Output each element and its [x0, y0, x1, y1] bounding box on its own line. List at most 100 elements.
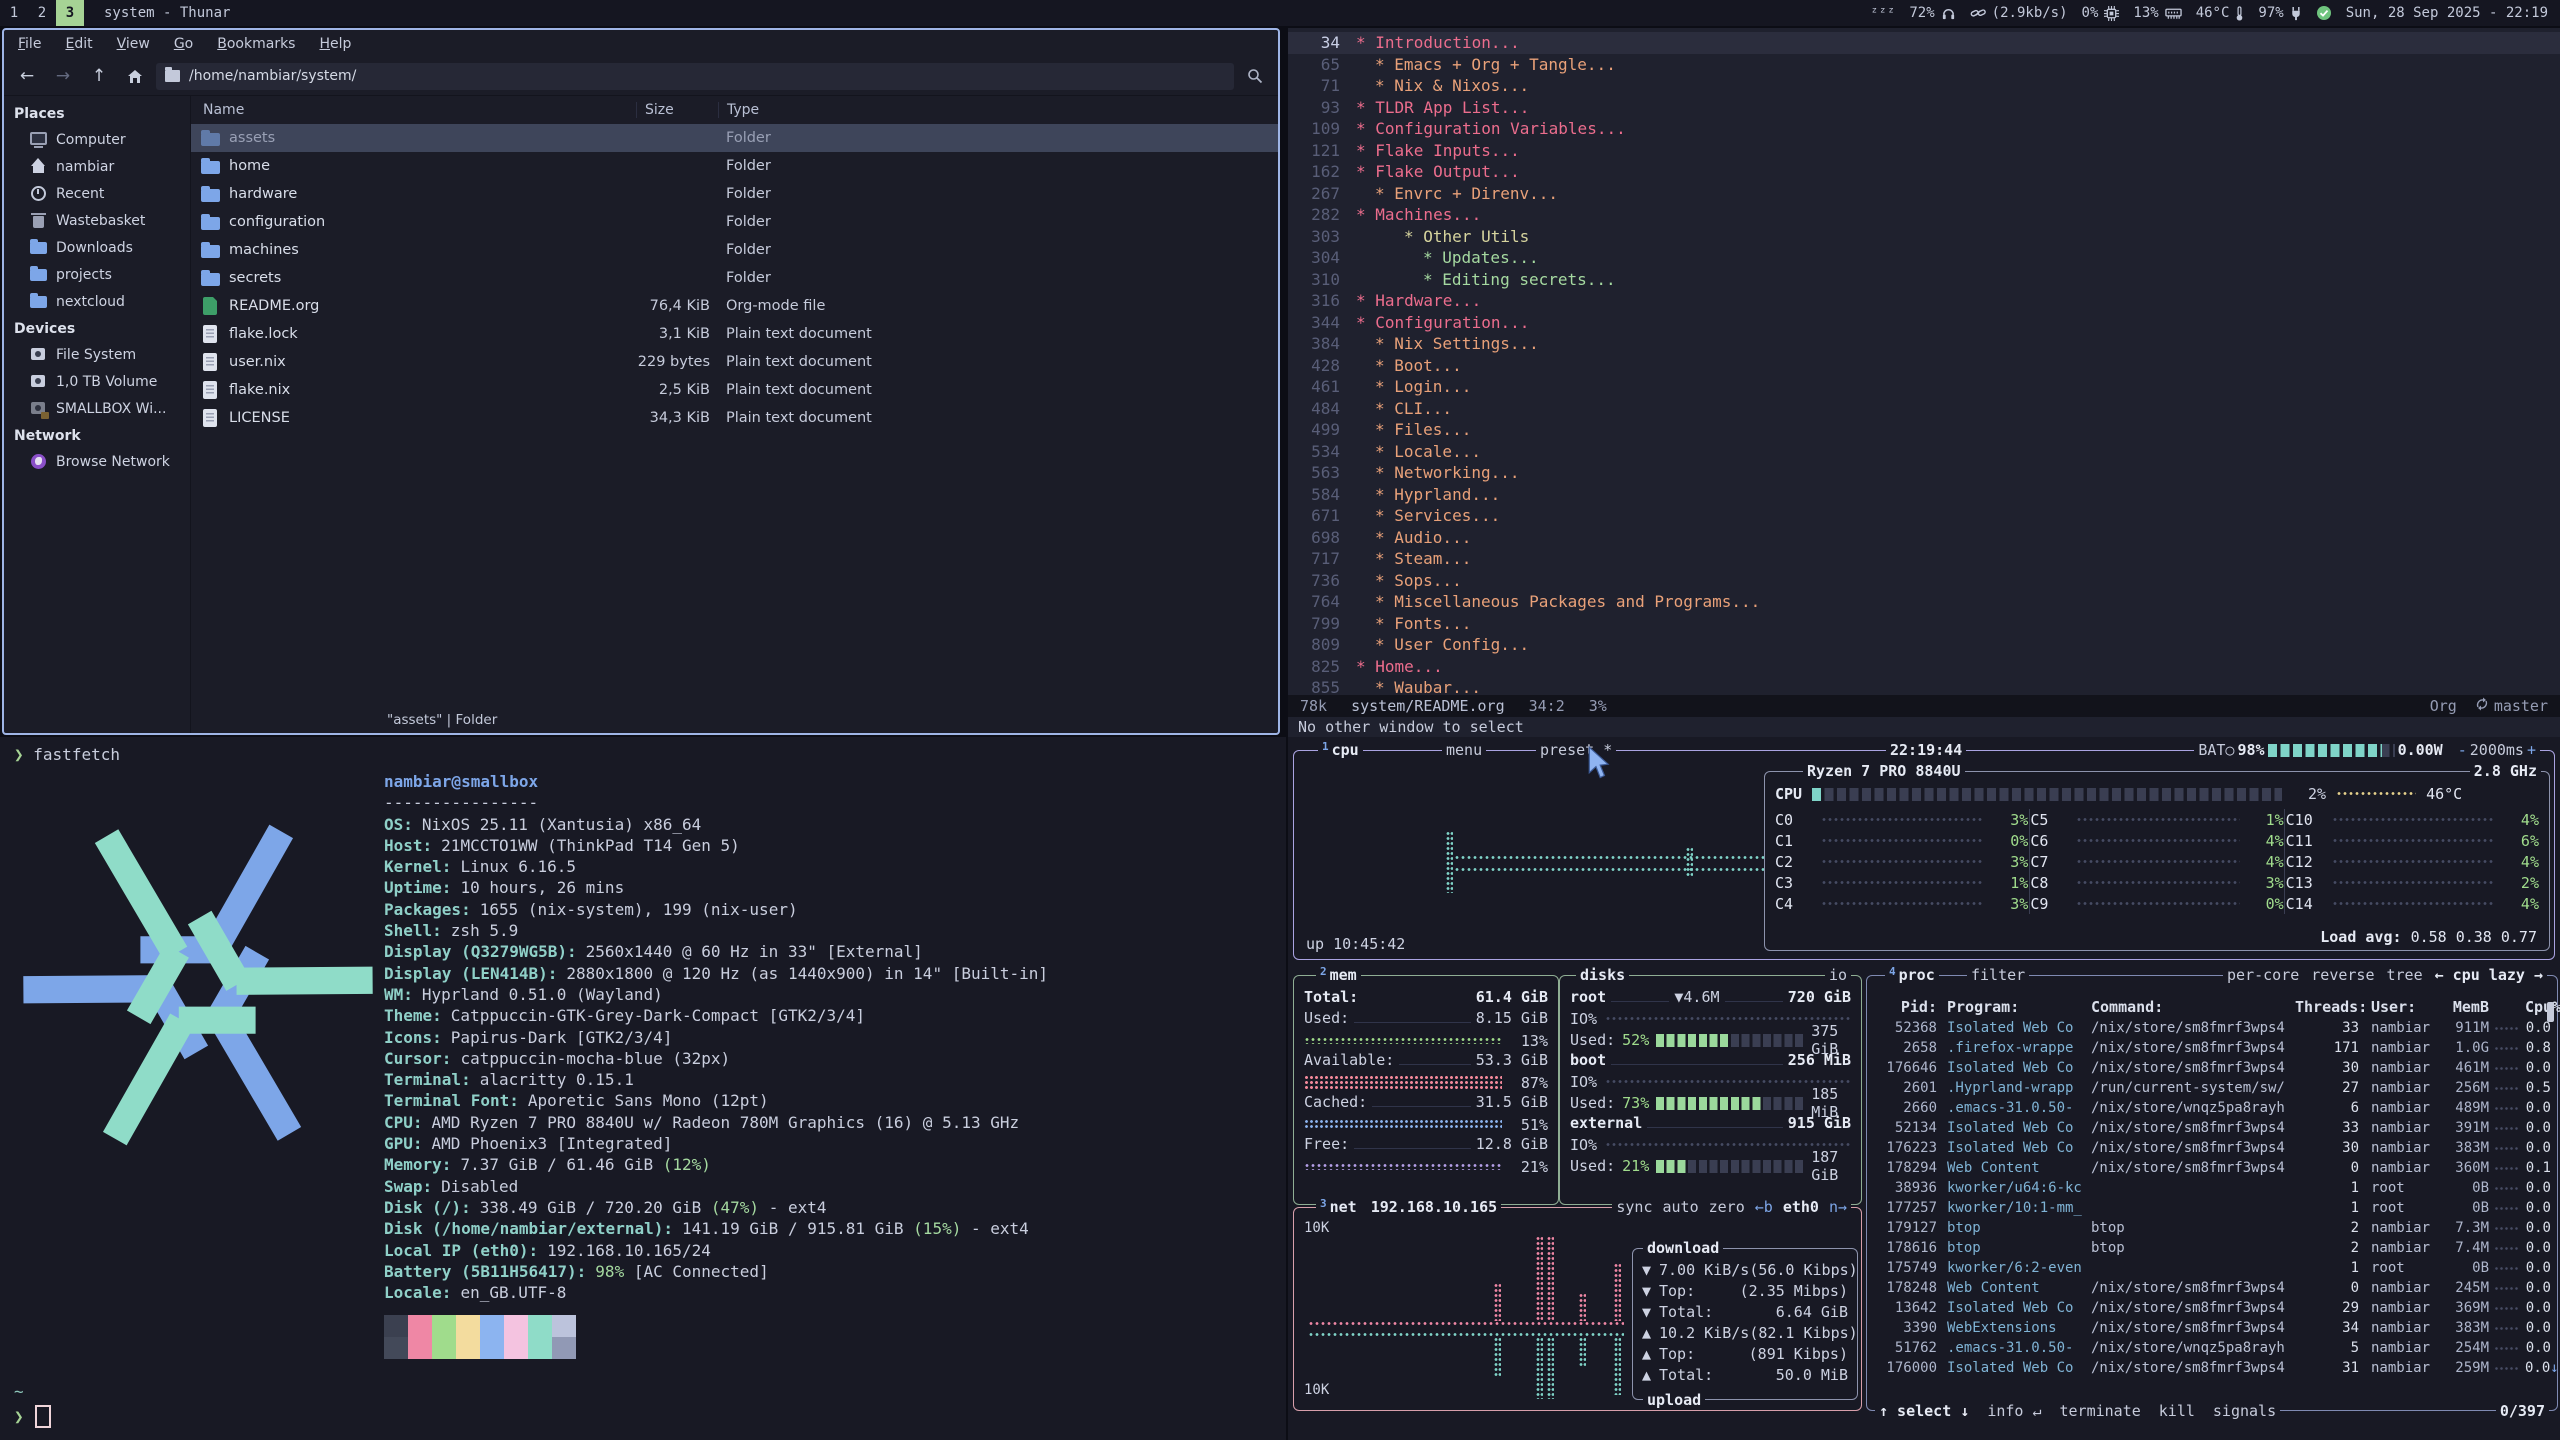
process-row[interactable]: 177257 kworker/10:1-mm_ 1 root 0B 0.0: [1867, 1198, 2557, 1218]
menu-item[interactable]: Help: [319, 36, 351, 52]
proc-info-control[interactable]: info ↵: [1987, 1402, 2041, 1420]
menu-item[interactable]: Bookmarks: [217, 36, 295, 52]
process-cpu: 0.0: [2526, 1140, 2551, 1156]
core-row: C1 0%: [1775, 830, 2028, 851]
net-auto-button[interactable]: auto: [1663, 1198, 1699, 1216]
process-row[interactable]: 179127 btop btop 2 nambiar 7.3M 0.0: [1867, 1218, 2557, 1238]
net-next-iface-button[interactable]: n→: [1829, 1198, 1847, 1216]
back-button[interactable]: ←: [12, 62, 42, 90]
forward-button[interactable]: →: [48, 62, 78, 90]
shell-prompt[interactable]: ❯: [14, 1405, 51, 1428]
proc-signals-control[interactable]: signals: [2213, 1402, 2276, 1420]
file-row[interactable]: assets Folder: [191, 124, 1278, 152]
process-row[interactable]: 178616 btop btop 2 nambiar 7.4M 0.0: [1867, 1238, 2557, 1258]
net-prev-iface-button[interactable]: ←b: [1755, 1198, 1773, 1216]
sidebar-item[interactable]: projects: [4, 261, 190, 288]
process-threads: 29: [2295, 1300, 2359, 1316]
file-row[interactable]: user.nix 229 bytes Plain text document: [191, 348, 1278, 376]
sidebar-item[interactable]: Browse Network: [4, 448, 190, 475]
btop-menu-button[interactable]: menu: [1446, 741, 1482, 759]
org-outline-line: 671 * Services...: [1288, 505, 2560, 527]
process-row[interactable]: 52368 Isolated Web Co /nix/store/sm8fmrf…: [1867, 1018, 2557, 1038]
process-row[interactable]: 178248 Web Content /nix/store/sm8fmrf3wp…: [1867, 1278, 2557, 1298]
sidebar-item[interactable]: nambiar: [4, 153, 190, 180]
sidebar-item-label: Wastebasket: [56, 213, 145, 229]
sidebar-item[interactable]: File System: [4, 341, 190, 368]
process-row[interactable]: 38936 kworker/u64:6-kc 1 root 0B 0.0: [1867, 1178, 2557, 1198]
sidebar-item[interactable]: SMALLBOX Wi...: [4, 395, 190, 422]
menu-item[interactable]: Edit: [65, 36, 92, 52]
file-row[interactable]: secrets Folder: [191, 264, 1278, 292]
proc-terminate-control[interactable]: terminate: [2060, 1402, 2141, 1420]
file-row[interactable]: flake.lock 3,1 KiB Plain text document: [191, 320, 1278, 348]
sidebar-item[interactable]: Recent: [4, 180, 190, 207]
proc-kill-control[interactable]: kill: [2159, 1402, 2195, 1420]
proc-select-control[interactable]: ↑ select ↓: [1879, 1402, 1969, 1420]
process-row[interactable]: 176223 Isolated Web Co /nix/store/sm8fmr…: [1867, 1138, 2557, 1158]
file-row[interactable]: home Folder: [191, 152, 1278, 180]
emacs-window[interactable]: 34 * Introduction... 65 * Emacs + Org + …: [1288, 28, 2560, 737]
interval-decrease[interactable]: -: [2458, 741, 2467, 759]
process-row[interactable]: 2658 .firefox-wrappe /nix/store/sm8fmrf3…: [1867, 1038, 2557, 1058]
terminal-window[interactable]: ❯ fastfetch nambiar@smallbox -----------…: [0, 737, 1286, 1440]
process-command: /nix/store/sm8fmrf3wps4: [2087, 1280, 2295, 1296]
up-button[interactable]: ↑: [84, 62, 114, 90]
process-row[interactable]: 51762 .emacs-31.0.50- /nix/store/wnqz5pa…: [1867, 1338, 2557, 1358]
proc-reverse-button[interactable]: reverse: [2311, 966, 2374, 984]
proc-filter-button[interactable]: filter: [1971, 966, 2025, 984]
process-pid: 38936: [1875, 1180, 1937, 1196]
file-row[interactable]: README.org 76,4 KiB Org-mode file: [191, 292, 1278, 320]
file-icon: [201, 187, 220, 202]
home-button[interactable]: [120, 62, 150, 90]
workspace-button[interactable]: 2: [28, 0, 56, 26]
process-row[interactable]: 52134 Isolated Web Co /nix/store/sm8fmrf…: [1867, 1118, 2557, 1138]
sidebar-item[interactable]: 1,0 TB Volume: [4, 368, 190, 395]
file-type: Plain text document: [710, 410, 1278, 426]
mem-available: 53.3 GiB: [1476, 1051, 1548, 1069]
path-bar[interactable]: /home/nambiar/system/: [156, 63, 1234, 90]
workspace-button[interactable]: 1: [0, 0, 28, 26]
core-percent: 3%: [2248, 874, 2284, 892]
column-header-type[interactable]: Type: [718, 102, 1278, 118]
file-row[interactable]: hardware Folder: [191, 180, 1278, 208]
proc-sort-selector[interactable]: ← cpu lazy →: [2435, 966, 2543, 984]
process-row[interactable]: 2601 .Hyprland-wrapp /run/current-system…: [1867, 1078, 2557, 1098]
net-zero-button[interactable]: zero: [1709, 1198, 1745, 1216]
process-row[interactable]: 178294 Web Content /nix/store/sm8fmrf3wp…: [1867, 1158, 2557, 1178]
sidebar-item[interactable]: Computer: [4, 126, 190, 153]
file-row[interactable]: flake.nix 2,5 KiB Plain text document: [191, 376, 1278, 404]
net-sync-button[interactable]: sync: [1616, 1198, 1652, 1216]
proc-scrollbar[interactable]: [2547, 1002, 2554, 1022]
file-row[interactable]: machines Folder: [191, 236, 1278, 264]
process-row[interactable]: 175749 kworker/6:2-even 1 root 0B 0.0: [1867, 1258, 2557, 1278]
search-button[interactable]: [1240, 62, 1270, 90]
process-row[interactable]: 2660 .emacs-31.0.50- /nix/store/wnqz5pa8…: [1867, 1098, 2557, 1118]
process-pid: 51762: [1875, 1340, 1937, 1356]
process-row[interactable]: 13642 Isolated Web Co /nix/store/sm8fmrf…: [1867, 1298, 2557, 1318]
net-scale-bottom: 10K: [1304, 1382, 1329, 1398]
column-header-name[interactable]: Name: [191, 102, 636, 118]
file-row[interactable]: LICENSE 34,3 KiB Plain text document: [191, 404, 1278, 432]
menu-item[interactable]: Go: [174, 36, 193, 52]
column-header-size[interactable]: Size: [636, 102, 718, 118]
sidebar-item[interactable]: nextcloud: [4, 288, 190, 315]
process-cpu-graph: [2494, 1066, 2520, 1071]
sidebar-item[interactable]: Downloads: [4, 234, 190, 261]
workspace-button[interactable]: 3: [56, 0, 84, 26]
sidebar-item[interactable]: Wastebasket: [4, 207, 190, 234]
proc-tree-button[interactable]: tree: [2387, 966, 2423, 984]
proc-percore-button[interactable]: per-core: [2227, 966, 2299, 984]
process-row[interactable]: 3390 WebExtensions /nix/store/sm8fmrf3wp…: [1867, 1318, 2557, 1338]
file-row[interactable]: configuration Folder: [191, 208, 1278, 236]
process-cpu: 0.5: [2526, 1080, 2551, 1096]
core-row: C10 4%: [2286, 809, 2539, 830]
interval-increase[interactable]: +: [2527, 741, 2536, 759]
thunar-window: File Edit View Go Bookmarks Help ← → ↑ /home/…: [2, 28, 1280, 735]
process-row[interactable]: 176000 Isolated Web Co /nix/store/sm8fmr…: [1867, 1358, 2557, 1378]
core-row: C8 3%: [2030, 872, 2283, 893]
process-user: nambiar: [2359, 1360, 2437, 1376]
process-row[interactable]: 176646 Isolated Web Co /nix/store/sm8fmr…: [1867, 1058, 2557, 1078]
io-mode-button[interactable]: io: [1829, 966, 1847, 984]
menu-item[interactable]: File: [18, 36, 41, 52]
menu-item[interactable]: View: [117, 36, 150, 52]
